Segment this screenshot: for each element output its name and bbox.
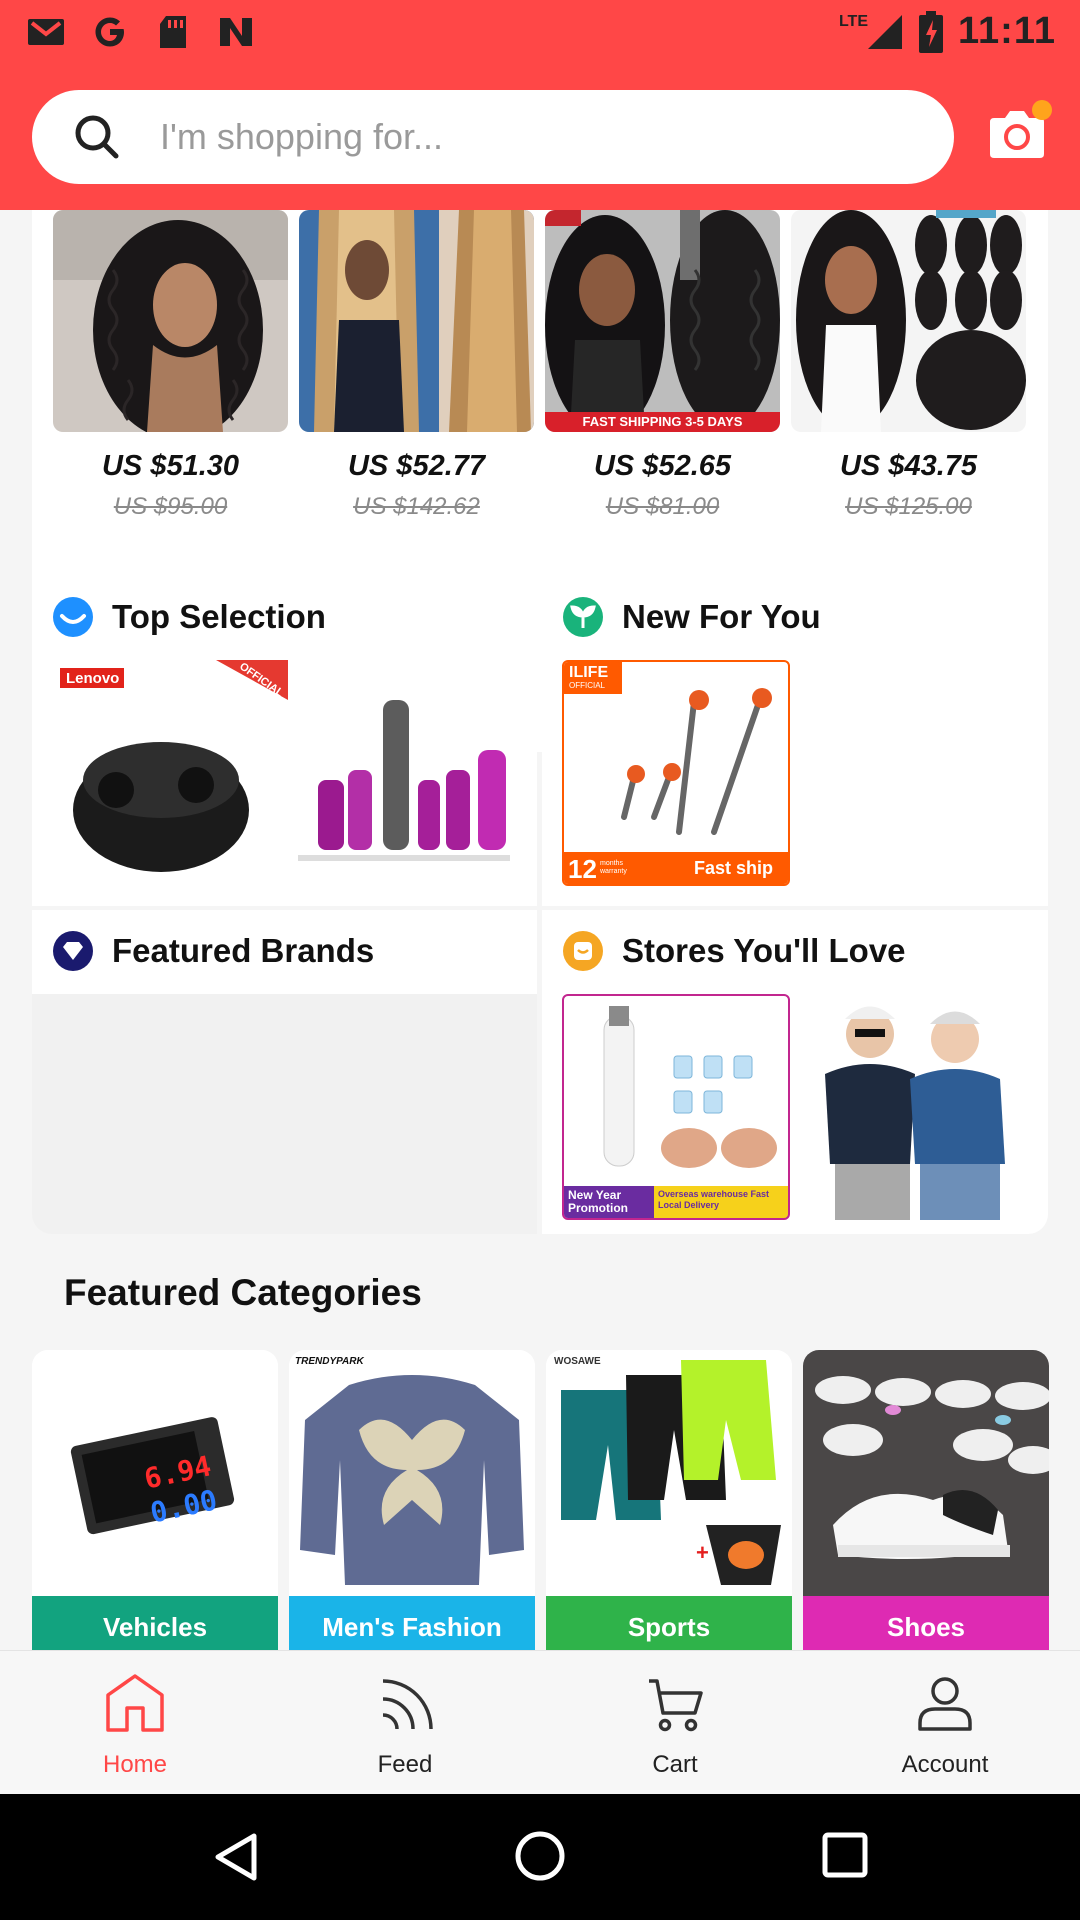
signal-icon <box>868 14 902 49</box>
home-feed[interactable]: US $51.30 US $95.00 US $52.77 US $142.62 <box>0 210 1080 1650</box>
shorts-image: + <box>546 1350 792 1596</box>
vacuum-product[interactable]: ILIFE OFFICIAL 12 months warranty Fast s… <box>562 660 790 886</box>
featured-categories: 6.94 0.00 Vehicles TRENDYPARK Men's Fash… <box>32 1350 1049 1650</box>
nav-account[interactable]: Account <box>810 1651 1080 1795</box>
deal-item[interactable]: FAST SHIPPING 3-5 DAYS US $52.65 US $81.… <box>545 210 780 521</box>
clock: 11:11 <box>958 10 1056 52</box>
recents-icon[interactable] <box>822 1832 868 1878</box>
new-for-you-title: New For You <box>562 596 821 638</box>
search-bar[interactable] <box>32 90 954 184</box>
home-circle-icon[interactable] <box>514 1830 566 1882</box>
nav-label: Feed <box>377 1751 433 1778</box>
category-label: Men's Fashion <box>289 1596 535 1650</box>
deal-item[interactable]: US $51.30 US $95.00 <box>53 210 288 521</box>
nav-label: Account <box>901 1751 989 1778</box>
search-input[interactable] <box>160 116 920 158</box>
sd-card-icon <box>160 16 186 48</box>
warranty-text: months warranty <box>600 860 627 875</box>
featured-brands-tile[interactable]: Featured Brands <box>32 910 537 1234</box>
wosawe-brand: WOSAWE <box>554 1356 601 1367</box>
back-icon[interactable] <box>212 1832 260 1882</box>
blackhead-remover-product[interactable]: New Year Promotion Overseas warehouse Fa… <box>562 994 790 1220</box>
cart-icon <box>649 1679 703 1732</box>
stores-title: Stores You'll Love <box>562 930 906 972</box>
warehouse-label: Overseas warehouse Fast Local Delivery <box>658 1189 770 1210</box>
category-shoes[interactable]: Shoes <box>803 1350 1049 1650</box>
new-for-you-tile[interactable]: New For You ILIFE OFFICIAL 12 months war… <box>542 576 1048 906</box>
smile-icon <box>53 597 93 637</box>
app-header: LTE 11:11 <box>0 0 1080 210</box>
earbuds-product[interactable]: Lenovo OFFICIAL <box>56 660 288 886</box>
denim-jacket-product[interactable] <box>800 994 1032 1220</box>
system-nav-bar <box>0 1794 1080 1920</box>
nav-home[interactable]: Home <box>0 1651 270 1795</box>
nav-cart[interactable]: Cart <box>540 1651 810 1795</box>
search-icon <box>75 115 119 159</box>
trendypark-brand: TRENDYPARK <box>295 1356 364 1367</box>
camera-badge-dot <box>1032 100 1052 120</box>
sneakers-image <box>803 1350 1049 1596</box>
discover-grid: Top Selection Lenovo OFFICIAL New For Yo… <box>32 576 1048 1234</box>
svg-text:+: + <box>696 1540 709 1565</box>
gmail-icon <box>28 19 64 45</box>
home-icon <box>106 1674 164 1732</box>
deal-price: US $52.77 <box>347 450 486 482</box>
hair-dryer-set-product[interactable] <box>288 660 520 886</box>
news-icon <box>220 18 252 46</box>
deal-item[interactable]: US $52.77 US $142.62 <box>299 210 534 521</box>
product-image[interactable] <box>791 210 1026 432</box>
fast-ship-label: Fast ship <box>694 858 774 878</box>
sweater-image <box>289 1350 535 1596</box>
stores-tile[interactable]: Stores You'll Love New Year Promotion Ov… <box>542 910 1048 1234</box>
category-mens-fashion[interactable]: TRENDYPARK Men's Fashion <box>289 1350 535 1650</box>
product-image[interactable] <box>299 210 534 432</box>
sprout-icon <box>563 597 603 637</box>
battery-icon <box>919 10 943 53</box>
featured-categories-title: Featured Categories <box>64 1272 422 1313</box>
category-vehicles[interactable]: 6.94 0.00 Vehicles <box>32 1350 278 1650</box>
lte-label: LTE <box>838 12 868 30</box>
ilife-official: OFFICIAL <box>569 681 606 690</box>
deal-price: US $43.75 <box>839 450 978 482</box>
top-selection-title: Top Selection <box>52 596 326 638</box>
category-label: Vehicles <box>32 1596 278 1650</box>
account-icon <box>918 1677 972 1731</box>
shipping-badge: FAST SHIPPING 3-5 DAYS <box>545 412 780 432</box>
nav-feed[interactable]: Feed <box>270 1651 540 1795</box>
category-label: Shoes <box>803 1596 1049 1650</box>
ilife-brand: ILIFE <box>569 664 609 681</box>
google-icon <box>95 17 124 47</box>
featured-brands-title: Featured Brands <box>52 930 374 972</box>
deal-original-price: US $125.00 <box>845 493 972 520</box>
nav-label: Cart <box>652 1751 698 1778</box>
deal-item[interactable]: US $43.75 US $125.00 <box>791 210 1026 521</box>
top-selection-tile[interactable]: Top Selection Lenovo OFFICIAL <box>32 576 537 906</box>
lenovo-tag: Lenovo <box>66 670 120 687</box>
deal-original-price: US $142.62 <box>353 493 480 520</box>
product-image[interactable]: FAST SHIPPING 3-5 DAYS <box>545 210 780 432</box>
category-label: Sports <box>546 1596 792 1650</box>
deal-original-price: US $95.00 <box>113 493 228 520</box>
store-icon <box>563 931 603 971</box>
promo-label: New Year Promotion <box>568 1188 628 1215</box>
warranty-number: 12 <box>568 854 597 884</box>
nav-label: Home <box>102 1751 168 1778</box>
status-right: LTE 11:11 <box>839 10 1056 53</box>
feed-icon <box>382 1679 433 1730</box>
deal-price: US $52.65 <box>593 450 732 482</box>
status-bar: LTE 11:11 <box>0 0 1080 64</box>
bottom-nav: Home Feed Cart Account <box>0 1650 1080 1794</box>
diamond-icon <box>53 931 93 971</box>
deal-original-price: US $81.00 <box>605 493 720 520</box>
deal-price: US $51.30 <box>101 450 240 482</box>
product-image[interactable] <box>53 210 288 432</box>
category-sports[interactable]: + WOSAWE Sports <box>546 1350 792 1650</box>
